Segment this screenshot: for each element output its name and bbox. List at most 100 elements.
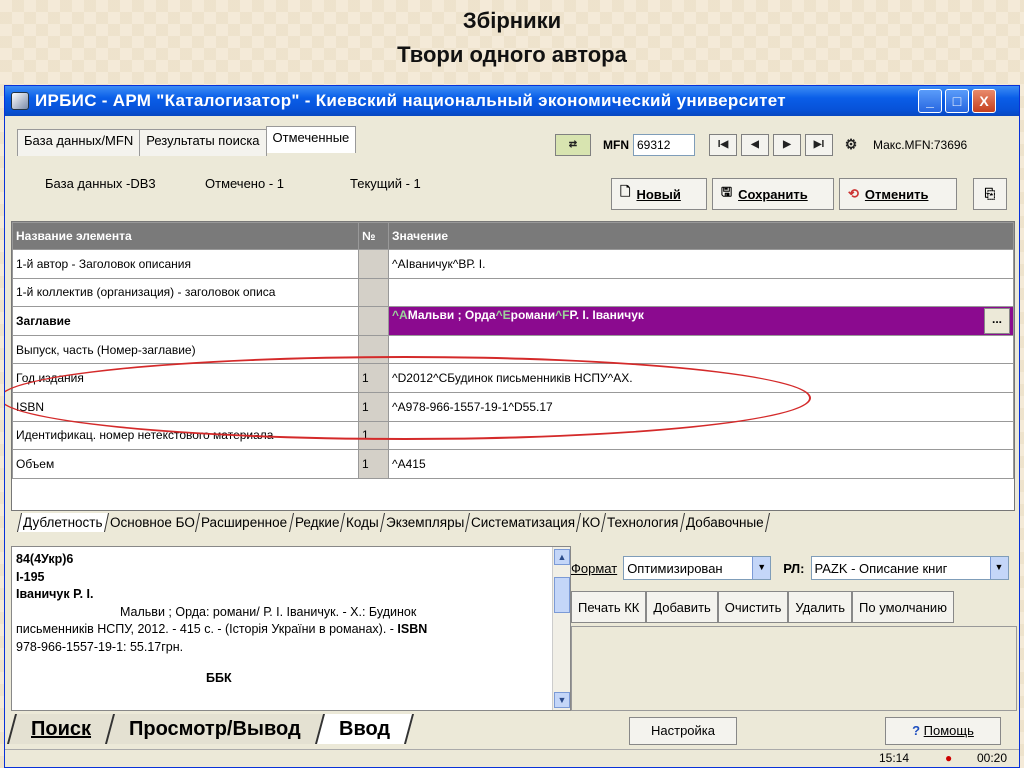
field-num	[358, 306, 389, 336]
field-name: Год издания	[12, 363, 359, 393]
switch-icon[interactable]: ⇄	[555, 134, 591, 156]
tab-technology[interactable]: Технология	[601, 513, 684, 532]
tab-codes[interactable]: Коды	[339, 513, 384, 532]
tab-search[interactable]: Поиск	[6, 714, 114, 744]
format-label: Формат	[571, 560, 618, 576]
help-icon: ?	[912, 723, 921, 738]
preview-description: Мальви ; Орда: романи/ Р. І. Іваничук. -…	[120, 604, 417, 619]
tab-copies[interactable]: Экземпляры	[379, 513, 469, 532]
worksheet-tabs: Дублетность Основное БО Расширенное Редк…	[16, 513, 770, 532]
tab-search-results[interactable]: Результаты поиска	[139, 129, 267, 156]
table-row[interactable]: Идентификац. номер нетекстового материал…	[12, 420, 1014, 451]
tab-basic[interactable]: Основное БО	[103, 513, 200, 532]
cancel-icon: ⟲	[848, 186, 859, 201]
tab-additional[interactable]: Добавочные	[679, 513, 770, 532]
rl-label: РЛ:	[783, 560, 805, 576]
field-value[interactable]	[388, 420, 1014, 451]
maximize-button[interactable]: □	[945, 89, 969, 113]
field-value[interactable]: ^D2012^CБудинок письменників НСПУ^AХ.	[388, 363, 1014, 393]
field-num: 1	[358, 420, 389, 451]
field-name: Заглавие	[12, 306, 359, 336]
preview-author-mark: І-195	[16, 569, 45, 584]
current-status: Текущий - 1	[350, 176, 421, 191]
tab-doublets[interactable]: Дублетность	[16, 513, 108, 532]
tab-database-mfn[interactable]: База данных/MFN	[17, 129, 141, 156]
scroll-thumb[interactable]	[554, 577, 570, 613]
col-header-value: Значение	[388, 222, 1014, 250]
delete-button[interactable]: Удалить	[788, 591, 853, 623]
db-status: База данных -DB3	[45, 176, 156, 191]
field-num	[358, 277, 389, 308]
first-record-button[interactable]: I◀	[709, 134, 737, 156]
table-row[interactable]: 1-й коллектив (организация) - заголовок …	[12, 277, 1014, 308]
ellipsis-button[interactable]: ...	[984, 307, 1010, 334]
clear-button[interactable]: Очистить	[717, 591, 789, 623]
tab-systematization[interactable]: Систематизация	[464, 513, 581, 532]
title-bar: ИРБИС - АРМ "Каталогизатор" - Киевский н…	[5, 86, 1019, 116]
tab-extended[interactable]: Расширенное	[195, 513, 293, 532]
field-value[interactable]	[388, 277, 1014, 308]
add-button[interactable]: Добавить	[646, 591, 718, 623]
scroll-down-icon[interactable]: ▼	[554, 692, 570, 708]
last-record-button[interactable]: ▶I	[805, 134, 833, 156]
field-value[interactable]: ^A978-966-1557-19-1^D55.17	[388, 391, 1014, 422]
subfield-text: романи	[510, 307, 556, 322]
rl-select[interactable]: PAZK - Описание книг ▼	[810, 556, 1009, 580]
help-button[interactable]: ? Помощь	[885, 717, 1001, 745]
next-record-button[interactable]: ▶	[773, 134, 801, 156]
top-tabs: База данных/MFN Результаты поиска Отмече…	[17, 126, 357, 156]
col-header-num: №	[358, 222, 389, 250]
preview-scrollbar[interactable]: ▲ ▼	[552, 547, 570, 710]
preview-classification: 84(4Укр)6	[16, 552, 74, 566]
mfn-input[interactable]: 69312	[633, 134, 695, 156]
record-dot-icon: ●	[945, 751, 953, 765]
tab-input[interactable]: Ввод	[314, 714, 414, 744]
table-row[interactable]: Объем 1 ^A415	[12, 449, 1014, 479]
tab-view-output[interactable]: Просмотр/Вывод	[105, 714, 323, 744]
scroll-up-icon[interactable]: ▲	[554, 549, 570, 565]
field-value[interactable]: ^AІваничук^BР. І.	[388, 249, 1014, 279]
app-window: ИРБИС - АРМ "Каталогизатор" - Киевский н…	[4, 85, 1020, 768]
prev-record-button[interactable]: ◀	[741, 134, 769, 156]
action-buttons: Печать КК Добавить Очистить Удалить По у…	[571, 591, 954, 623]
minimize-button[interactable]: _	[918, 89, 942, 113]
cancel-button[interactable]: ⟲ Отменить	[839, 178, 957, 210]
slide-subtitle: Твори одного автора	[397, 42, 627, 67]
title-value-editor[interactable]: ^AМальви ; Орда^Eромани^FР. І. Іваничук …	[388, 306, 1014, 336]
settings-button[interactable]: Настройка	[629, 717, 737, 745]
new-document-icon: 🗋	[620, 184, 631, 199]
table-row[interactable]: Выпуск, часть (Номер-заглавие)	[12, 334, 1014, 365]
table-row[interactable]: Год издания 1 ^D2012^CБудинок письменник…	[12, 363, 1014, 393]
tab-rare[interactable]: Редкие	[288, 513, 344, 532]
field-name: 1-й коллектив (организация) - заголовок …	[12, 277, 359, 308]
format-row: Формат Оптимизирован ▼ РЛ: PAZK - Описани…	[571, 556, 1009, 580]
table-row[interactable]: 1-й автор - Заголовок описания ^AІваничу…	[12, 249, 1014, 279]
export-button[interactable]: ⎘	[973, 178, 1007, 210]
output-panel	[571, 626, 1017, 711]
print-card-button[interactable]: Печать КК	[571, 591, 647, 623]
fields-grid: Название элемента № Значение 1-й автор -…	[11, 221, 1015, 511]
preview-description-cont: письменників НСПУ, 2012. - 415 с. - (Іст…	[16, 622, 428, 636]
new-button[interactable]: 🗋 Новый	[611, 178, 707, 210]
default-button[interactable]: По умолчанию	[852, 591, 954, 623]
subfield-text: Р. І. Іваничук	[569, 307, 644, 322]
table-row[interactable]: ISBN 1 ^A978-966-1557-19-1^D55.17	[12, 391, 1014, 422]
field-num: 1	[358, 391, 389, 422]
slide-title: Збірники	[462, 8, 562, 33]
preview-isbn: 978-966-1557-19-1: 55.17грн.	[16, 639, 184, 654]
export-icon: ⎘	[984, 186, 996, 201]
chevron-down-icon: ▼	[752, 557, 771, 579]
field-num: 1	[358, 449, 389, 479]
mfn-label: MFN	[603, 138, 629, 152]
tab-marked[interactable]: Отмеченные	[265, 126, 357, 153]
tree-icon[interactable]: ⚙	[837, 134, 865, 156]
field-value[interactable]: ^A415	[388, 449, 1014, 479]
format-select[interactable]: Оптимизирован ▼	[623, 556, 772, 580]
close-button[interactable]: X	[972, 89, 996, 113]
save-button[interactable]: 🖫 Сохранить	[712, 178, 834, 210]
table-row-selected[interactable]: Заглавие ^AМальви ; Орда^Eромани^FР. І. …	[12, 306, 1014, 336]
chevron-down-icon: ▼	[989, 557, 1008, 579]
clock: 15:14	[879, 751, 910, 765]
preview-author: Іваничук Р. І.	[16, 587, 94, 601]
field-value[interactable]	[388, 334, 1014, 365]
